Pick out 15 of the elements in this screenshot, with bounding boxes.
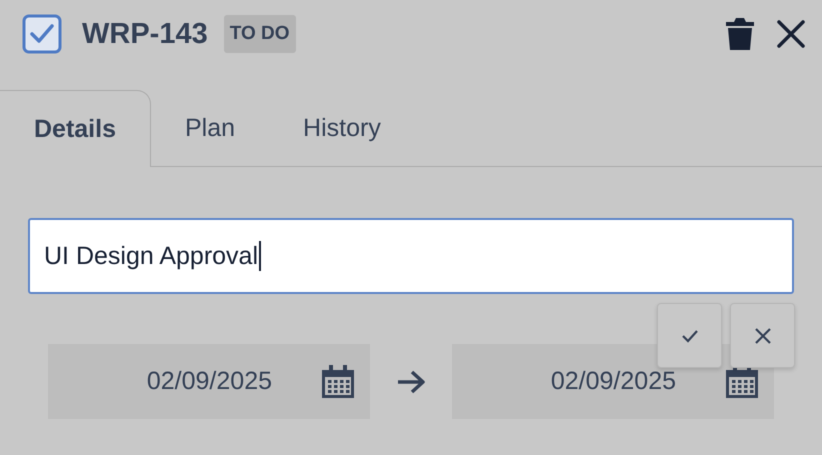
cancel-button[interactable] [730, 303, 795, 368]
close-icon[interactable] [776, 19, 806, 49]
close-icon [754, 326, 772, 344]
check-icon [680, 328, 698, 342]
checkbox[interactable] [22, 14, 62, 54]
calendar-icon [320, 364, 356, 400]
arrow-icon [396, 370, 426, 394]
title-field[interactable]: UI Design Approval [28, 218, 794, 294]
trash-icon[interactable] [724, 17, 756, 51]
issue-key: WRP-143 [82, 18, 208, 50]
tab[interactable]: Details [0, 90, 151, 167]
start-date-field[interactable]: 02/09/2025 [48, 344, 370, 419]
status-badge: TO DO [224, 15, 296, 53]
tab[interactable]: History [269, 90, 415, 167]
tab[interactable]: Plan [150, 90, 270, 167]
